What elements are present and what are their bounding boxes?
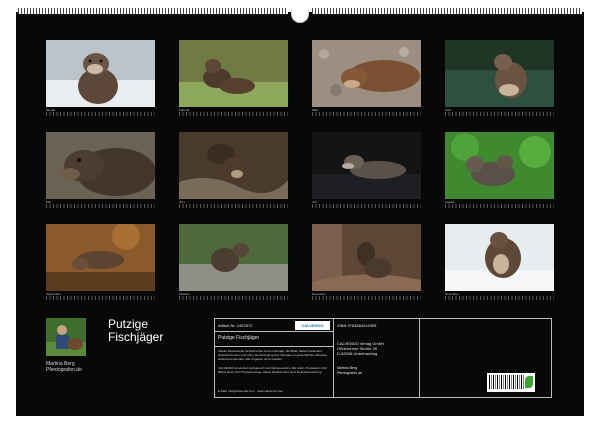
day-grid: [312, 296, 421, 300]
isbn: ISBN 9783584244395: [337, 323, 377, 328]
month-tile-june[interactable]: Juni: [179, 132, 288, 208]
photo: [445, 224, 554, 291]
divider: [215, 331, 333, 332]
photo: [46, 224, 155, 291]
barcode-bars: [489, 375, 524, 389]
title-line-2: Fischjäger: [108, 330, 164, 344]
binding-spiral-left: [18, 8, 288, 14]
photo: [445, 132, 554, 199]
barcode: [487, 373, 535, 392]
photo: [445, 40, 554, 107]
climate-notice: CALVENDO produziert fachgerecht und klim…: [218, 366, 327, 374]
month-tile-may[interactable]: Mai: [46, 132, 155, 208]
month-tile-february[interactable]: Februar: [179, 40, 288, 116]
photo: [179, 40, 288, 107]
photo: [312, 224, 421, 291]
divider: [333, 319, 334, 397]
photo: [46, 132, 155, 199]
photo: [179, 132, 288, 199]
author-site: Pferdografen.de: [46, 367, 82, 373]
day-grid: [179, 296, 288, 300]
month-tile-august[interactable]: August: [445, 132, 554, 208]
day-grid: [46, 112, 155, 116]
month-tile-april[interactable]: April: [445, 40, 554, 116]
author-photo: [46, 318, 86, 356]
month-tile-january[interactable]: Januar: [46, 40, 155, 116]
day-grid: [312, 112, 421, 116]
month-tile-december[interactable]: Dezember: [445, 224, 554, 300]
day-grid: [46, 296, 155, 300]
photo: [179, 224, 288, 291]
photo: [312, 40, 421, 107]
author-info-site: Pferdografen.de: [337, 370, 363, 375]
day-grid: [445, 204, 554, 208]
day-grid: [445, 296, 554, 300]
product-title: Putzige Fischjäger: [218, 335, 260, 341]
article-number: Artikel-Nr: 2467872: [218, 323, 253, 328]
month-tile-november[interactable]: November: [312, 224, 421, 300]
day-grid: [312, 204, 421, 208]
month-tile-october[interactable]: Oktober: [179, 224, 288, 300]
month-tile-march[interactable]: März: [312, 40, 421, 116]
month-tile-september[interactable]: September: [46, 224, 155, 300]
calendar-title: Putzige Fischjäger: [108, 318, 163, 344]
day-grid: [46, 204, 155, 208]
divider: [419, 319, 420, 397]
publisher-city: D-82008 Unterhaching: [337, 351, 378, 356]
rights-notice: Inhalte bestehender Schutzrechte ist es …: [218, 349, 328, 361]
photo: [312, 132, 421, 199]
binding-spiral-right: [312, 8, 582, 14]
author-credit: Martina Berg Pferdografen.de: [46, 361, 82, 373]
month-tile-july[interactable]: Juli: [312, 132, 421, 208]
day-grid: [179, 112, 288, 116]
photo: [46, 40, 155, 107]
day-grid: [445, 112, 554, 116]
divider: [215, 346, 333, 347]
contact-email: E-Mail: info@calvendo.com · www.calvendo…: [218, 389, 283, 393]
product-info-box: Artikel-Nr: 2467872 CALVENDO Putzige Fis…: [214, 318, 552, 398]
author-info: Martina Berg Pferdografen.de: [337, 366, 362, 375]
eco-leaf-icon: [525, 376, 533, 388]
publisher-address: CALVENDO Verlag GmbH Ottobrunner Straße …: [337, 341, 384, 356]
day-grid: [179, 204, 288, 208]
calvendo-logo: CALVENDO: [295, 321, 330, 330]
